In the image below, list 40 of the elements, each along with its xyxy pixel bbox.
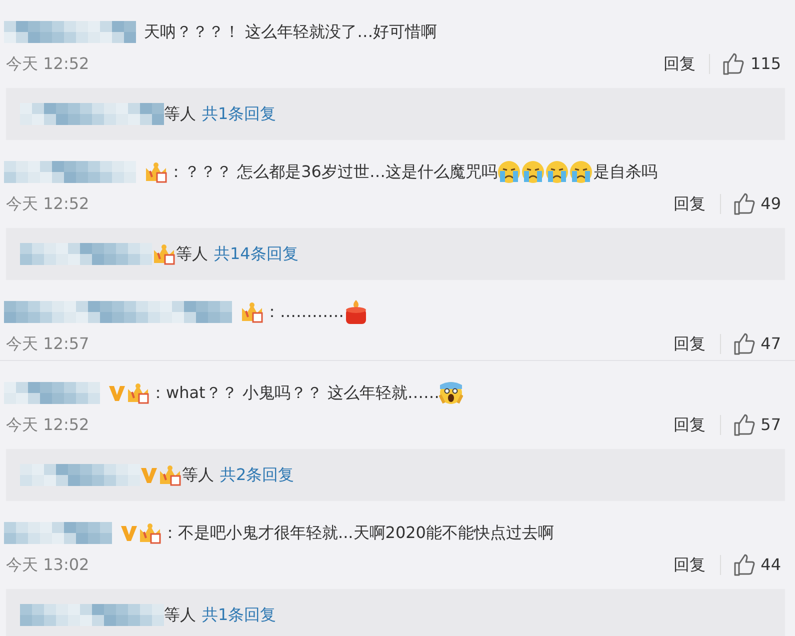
comment-text: ：？？？ 怎么都是36岁过世…这是什么魔咒吗 xyxy=(168,161,498,183)
reply-link[interactable]: 回复 xyxy=(674,334,721,354)
replier-suffix-text: 等人 xyxy=(164,604,196,626)
like-button[interactable]: 49 xyxy=(720,191,787,217)
replies-count-link[interactable]: 共14条回复 xyxy=(214,242,298,266)
thumbs-up-icon xyxy=(732,193,755,215)
crying-face-icon xyxy=(545,160,570,184)
comment-text: ：………… xyxy=(264,301,344,323)
like-button[interactable]: 115 xyxy=(710,51,787,77)
reply-link[interactable]: 回复 xyxy=(663,54,710,74)
replies-count-link[interactable]: 共1条回复 xyxy=(202,603,276,627)
like-button[interactable]: 47 xyxy=(720,331,787,357)
comment-text: ：what？？ 小鬼吗？？ 这么年轻就…… xyxy=(150,382,440,404)
crying-face-icon xyxy=(569,160,594,184)
thumbs-up-icon xyxy=(732,333,755,355)
crying-face-icon xyxy=(497,160,522,184)
crying-face-icon xyxy=(521,160,546,184)
comment-text: 天呐？？？！ 这么年轻就没了…好可惜啊 xyxy=(144,21,438,43)
like-button[interactable]: 44 xyxy=(720,552,787,578)
comment-time: 今天 12:52 xyxy=(6,414,90,436)
replier-suffix-text: 等人 xyxy=(164,103,196,125)
comment-time: 今天 12:57 xyxy=(6,333,90,355)
thumbs-up-icon xyxy=(732,414,755,436)
thumbs-up-icon xyxy=(732,554,755,576)
replies-count-link[interactable]: 共1条回复 xyxy=(202,102,276,126)
comment-text: ：不是吧小鬼才很年轻就...天啊2020能不能快点过去啊 xyxy=(162,522,554,544)
comment-text: 是自杀吗 xyxy=(593,161,658,183)
reply-link[interactable]: 回复 xyxy=(674,415,721,435)
reply-link[interactable]: 回复 xyxy=(674,194,721,214)
candle-icon xyxy=(344,299,368,325)
comment-time: 今天 12:52 xyxy=(6,193,90,215)
replier-suffix-text: 等人 xyxy=(176,243,208,265)
thumbs-up-icon xyxy=(722,53,744,75)
comment-time: 今天 12:52 xyxy=(6,53,90,75)
replies-count-link[interactable]: 共2条回复 xyxy=(220,463,294,487)
comment-time: 今天 13:02 xyxy=(6,554,90,576)
replier-suffix-text: 等人 xyxy=(182,464,214,486)
screaming-face-icon xyxy=(439,381,464,405)
like-button[interactable]: 57 xyxy=(720,412,787,438)
reply-link[interactable]: 回复 xyxy=(674,555,721,575)
